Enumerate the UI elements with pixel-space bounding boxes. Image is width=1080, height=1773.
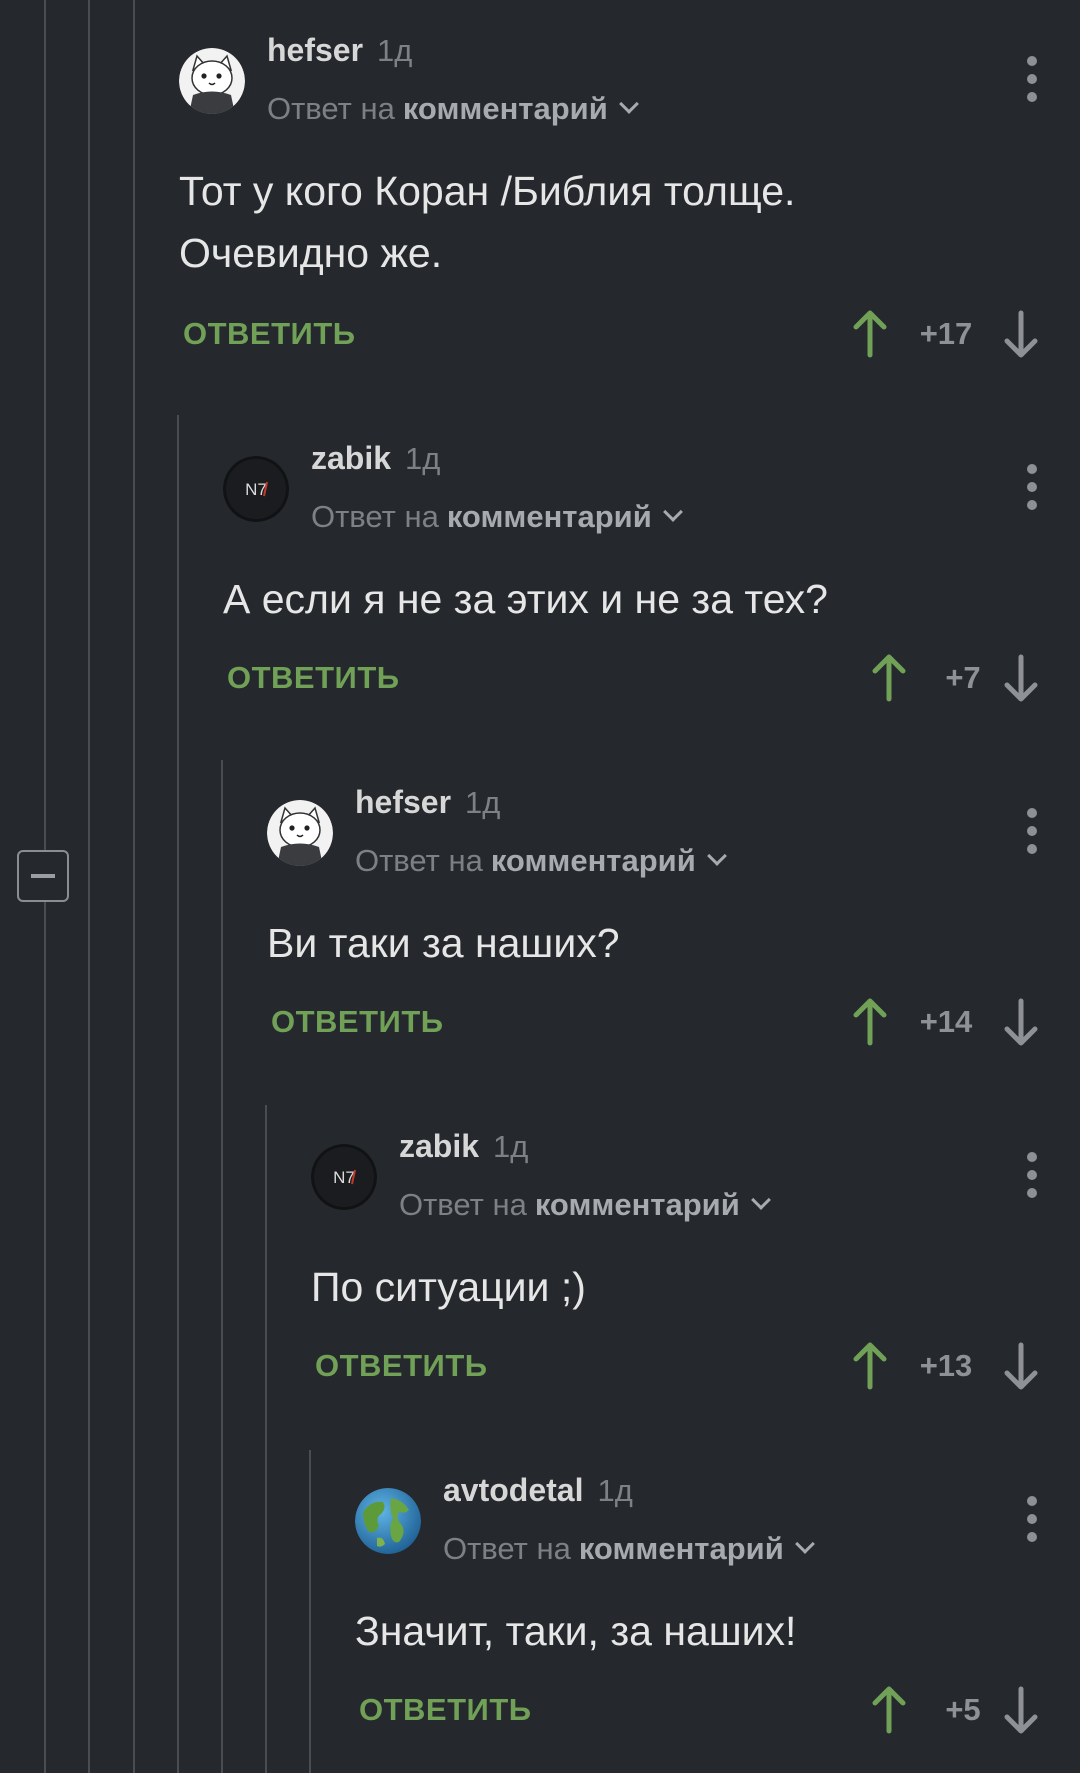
chevron-down-icon[interactable]	[750, 1190, 771, 1210]
avatar[interactable]	[267, 800, 333, 866]
reply-button[interactable]: ОТВЕТИТЬ	[315, 1348, 488, 1384]
vote-score: +5	[945, 1692, 981, 1727]
chevron-down-icon[interactable]	[662, 502, 683, 522]
parent-comment-link[interactable]: комментарий	[491, 843, 696, 878]
reply-to-line: Ответ на комментарий	[399, 1187, 771, 1223]
comment: hefser 1д Ответ на комментарий Тот у кого …	[179, 0, 1080, 360]
thread-line	[221, 760, 223, 1773]
comment-time: 1д	[465, 785, 501, 820]
comment-author[interactable]: avtodetal 1д	[443, 1472, 633, 1509]
comment-text: Тот у кого Коран /Библия толще. Очевидно…	[179, 168, 796, 276]
chevron-down-icon[interactable]	[618, 94, 639, 114]
reply-button[interactable]: ОТВЕТИТЬ	[271, 1004, 444, 1040]
svg-text:N7: N7	[245, 480, 267, 499]
avatar[interactable]: N7	[311, 1144, 377, 1210]
upvote-icon[interactable]	[850, 997, 890, 1047]
comment: avtodetal 1д Ответ на комментарий Значит, …	[355, 1440, 1080, 1773]
reply-to-line: Ответ на комментарий	[311, 499, 683, 535]
thread-line	[265, 1105, 267, 1773]
more-options-icon[interactable]	[1022, 1496, 1042, 1542]
downvote-icon[interactable]	[1001, 1341, 1041, 1391]
avatar[interactable]	[179, 48, 245, 114]
globe-avatar-icon	[355, 1488, 421, 1554]
parent-comment-link[interactable]: комментарий	[447, 499, 652, 534]
upvote-icon[interactable]	[869, 653, 909, 703]
more-options-icon[interactable]	[1022, 56, 1042, 102]
minus-icon	[31, 874, 55, 878]
avatar[interactable]: N7	[223, 456, 289, 522]
svg-text:N7: N7	[333, 1168, 355, 1187]
upvote-icon[interactable]	[850, 309, 890, 359]
thread-line	[309, 1450, 311, 1773]
comment-author[interactable]: zabik 1д	[399, 1128, 528, 1165]
upvote-icon[interactable]	[869, 1685, 909, 1735]
collapse-thread-button[interactable]	[17, 850, 69, 902]
parent-comment-link[interactable]: комментарий	[403, 91, 608, 126]
comment: hefser 1д Ответ на комментарий Ви таки за …	[267, 752, 1080, 1097]
reply-to-line: Ответ на комментарий	[443, 1531, 815, 1567]
cat-avatar-icon	[179, 48, 245, 114]
avatar[interactable]	[355, 1488, 421, 1554]
chevron-down-icon[interactable]	[794, 1534, 815, 1554]
thread-line	[88, 0, 90, 1773]
more-options-icon[interactable]	[1022, 808, 1042, 854]
comment-time: 1д	[377, 33, 413, 68]
comment-author[interactable]: hefser 1д	[267, 32, 412, 69]
reply-to-line: Ответ на комментарий	[267, 91, 639, 127]
parent-comment-link[interactable]: комментарий	[579, 1531, 784, 1566]
comment-text: А если я не за этих и не за тех?	[223, 576, 828, 622]
reply-to-line: Ответ на комментарий	[355, 843, 727, 879]
n7-avatar-icon: N7	[223, 456, 289, 522]
parent-comment-link[interactable]: комментарий	[535, 1187, 740, 1222]
cat-avatar-icon	[267, 800, 333, 866]
comment-time: 1д	[597, 1473, 633, 1508]
more-options-icon[interactable]	[1022, 464, 1042, 510]
comment-author[interactable]: hefser 1д	[355, 784, 500, 821]
reply-button[interactable]: ОТВЕТИТЬ	[359, 1692, 532, 1728]
comment-text: Ви таки за наших?	[267, 920, 620, 966]
upvote-icon[interactable]	[850, 1341, 890, 1391]
vote-score: +7	[945, 660, 981, 695]
downvote-icon[interactable]	[1001, 309, 1041, 359]
comment: N7 zabik 1д Ответ на комментарий По ситуац…	[311, 1096, 1080, 1441]
n7-avatar-icon: N7	[311, 1144, 377, 1210]
comment: N7 zabik 1д Ответ на комментарий А если я …	[223, 408, 1080, 753]
downvote-icon[interactable]	[1001, 653, 1041, 703]
comment-text: Значит, таки, за наших!	[355, 1608, 797, 1654]
comment-author[interactable]: zabik 1д	[311, 440, 440, 477]
vote-score: +17	[919, 316, 973, 351]
downvote-icon[interactable]	[1001, 997, 1041, 1047]
more-options-icon[interactable]	[1022, 1152, 1042, 1198]
reply-button[interactable]: ОТВЕТИТЬ	[227, 660, 400, 696]
vote-score: +14	[919, 1004, 973, 1039]
comment-text: По ситуации ;)	[311, 1264, 586, 1310]
thread-line	[177, 415, 179, 1773]
thread-line	[133, 0, 135, 1773]
reply-button[interactable]: ОТВЕТИТЬ	[183, 316, 356, 352]
vote-score: +13	[919, 1348, 973, 1383]
chevron-down-icon[interactable]	[706, 846, 727, 866]
comment-time: 1д	[493, 1129, 529, 1164]
comment-thread: hefser 1д Ответ на комментарий Тот у кого …	[0, 0, 1080, 1773]
downvote-icon[interactable]	[1001, 1685, 1041, 1735]
comment-time: 1д	[405, 441, 441, 476]
